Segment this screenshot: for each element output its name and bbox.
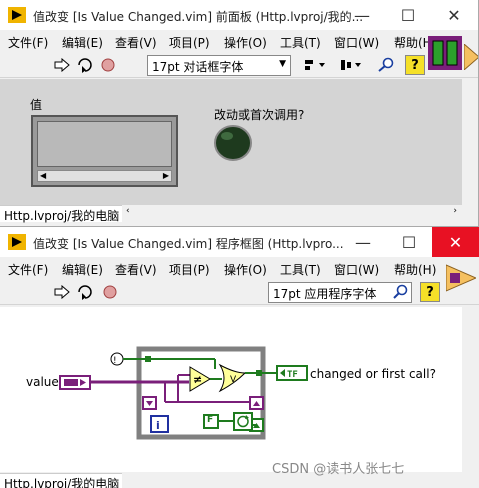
connector-pane-icon[interactable]	[464, 44, 479, 70]
block-diagram-wiring: ! ≠ V TF i	[59, 346, 308, 440]
svg-text:V: V	[230, 375, 237, 385]
front-panel-toolbar: 17pt 对话框字体 ▼ ?	[0, 52, 478, 78]
false-constant[interactable]: F	[207, 415, 213, 425]
vi-icon[interactable]	[428, 36, 462, 70]
menu-tools[interactable]: 工具(T)	[280, 261, 321, 278]
menu-edit[interactable]: 编辑(E)	[62, 261, 103, 278]
search-icon[interactable]	[391, 284, 409, 300]
block-diagram-status: Http.lvproj/我的电脑	[0, 473, 122, 488]
font-dropdown-value: 17pt 对话框字体	[152, 60, 244, 74]
abort-icon[interactable]	[98, 55, 118, 75]
run-continuously-icon[interactable]	[75, 282, 95, 302]
minimize-button[interactable]: —	[339, 0, 385, 30]
svg-text:≠: ≠	[193, 373, 202, 386]
led-indicator-label: 改动或首次调用?	[214, 108, 305, 122]
svg-text:TF: TF	[287, 370, 298, 380]
labview-icon	[8, 7, 26, 23]
hscroll-left-icon[interactable]: ‹	[126, 206, 130, 216]
chevron-down-icon: ▼	[279, 59, 286, 69]
front-panel-title: 值改变 [Is Value Changed.vim] 前面板 (Http.lvp…	[33, 10, 364, 24]
block-diagram-toolbar: 17pt 应用程序字体 ?	[0, 279, 479, 305]
close-button[interactable]: ✕	[431, 0, 477, 30]
menu-view[interactable]: 查看(V)	[115, 34, 157, 51]
value-terminal-label: value	[26, 375, 59, 389]
menu-file[interactable]: 文件(F)	[8, 261, 48, 278]
menu-tools[interactable]: 工具(T)	[280, 34, 321, 51]
block-diagram-vscroll[interactable]	[463, 321, 477, 455]
scroll-right-icon[interactable]: ▶	[163, 171, 169, 181]
menu-help[interactable]: 帮助(H)	[394, 261, 436, 278]
menu-file[interactable]: 文件(F)	[8, 34, 48, 51]
connector-pane-icon[interactable]	[446, 263, 476, 293]
menu-window[interactable]: 窗口(W)	[334, 261, 379, 278]
align-objects-icon[interactable]	[302, 55, 328, 75]
block-diagram-canvas: ! ≠ V TF i value changed or first call? …	[0, 307, 462, 472]
menu-operate[interactable]: 操作(O)	[224, 261, 267, 278]
value-control-label: 值	[30, 98, 43, 112]
front-panel-window: 值改变 [Is Value Changed.vim] 前面板 (Http.lvp…	[0, 0, 479, 226]
close-button[interactable]: ✕	[432, 227, 479, 257]
menu-project[interactable]: 项目(P)	[169, 34, 210, 51]
menu-view[interactable]: 查看(V)	[115, 261, 157, 278]
context-help-icon[interactable]: ?	[405, 55, 425, 75]
block-diagram-menubar: 文件(F) 编辑(E) 查看(V) 项目(P) 操作(O) 工具(T) 窗口(W…	[0, 258, 479, 278]
block-diagram-titlebar: 值改变 [Is Value Changed.vim] 程序框图 (Http.lv…	[0, 227, 479, 257]
front-panel-menubar: 文件(F) 编辑(E) 查看(V) 项目(P) 操作(O) 工具(T) 窗口(W…	[0, 31, 478, 51]
value-control-scrollbar[interactable]: ◀ ▶	[37, 170, 172, 182]
front-panel-canvas: 值 ◀ ▶ 改动或首次调用?	[0, 79, 462, 205]
svg-text:i: i	[156, 419, 160, 432]
menu-project[interactable]: 项目(P)	[169, 261, 210, 278]
front-panel-status: Http.lvproj/我的电脑	[0, 205, 122, 223]
scroll-left-icon[interactable]: ◀	[40, 171, 46, 181]
font-dropdown-value: 17pt 应用程序字体	[273, 287, 377, 301]
maximize-button[interactable]: ☐	[385, 0, 431, 30]
front-panel-vscroll[interactable]	[462, 80, 476, 204]
value-control[interactable]: ◀ ▶	[31, 115, 178, 187]
svg-text:!: !	[113, 356, 117, 366]
labview-icon	[8, 234, 26, 250]
front-panel-hscroll[interactable]: ‹ ›	[124, 206, 461, 218]
menu-window[interactable]: 窗口(W)	[334, 34, 379, 51]
menu-operate[interactable]: 操作(O)	[224, 34, 267, 51]
context-help-icon[interactable]: ?	[420, 282, 440, 302]
value-control-display[interactable]	[37, 121, 172, 167]
menu-edit[interactable]: 编辑(E)	[62, 34, 103, 51]
run-arrow-icon[interactable]	[52, 55, 72, 75]
font-dropdown[interactable]: 17pt 对话框字体 ▼	[147, 55, 291, 76]
run-arrow-icon[interactable]	[52, 282, 72, 302]
watermark: CSDN @读书人张七七	[272, 462, 405, 477]
front-panel-titlebar: 值改变 [Is Value Changed.vim] 前面板 (Http.lvp…	[0, 0, 478, 30]
minimize-button[interactable]: —	[340, 227, 386, 257]
block-diagram-title: 值改变 [Is Value Changed.vim] 程序框图 (Http.lv…	[33, 237, 344, 251]
font-dropdown[interactable]: 17pt 应用程序字体	[268, 282, 412, 303]
run-continuously-icon[interactable]	[75, 55, 95, 75]
output-terminal-label: changed or first call?	[310, 367, 436, 381]
search-icon[interactable]	[374, 55, 398, 75]
hscroll-right-icon[interactable]: ›	[453, 206, 457, 216]
block-diagram-window: 值改变 [Is Value Changed.vim] 程序框图 (Http.lv…	[0, 226, 479, 488]
distribute-objects-icon[interactable]	[338, 55, 364, 75]
led-indicator	[214, 125, 252, 161]
maximize-button[interactable]: ☐	[386, 227, 432, 257]
abort-icon[interactable]	[100, 282, 120, 302]
